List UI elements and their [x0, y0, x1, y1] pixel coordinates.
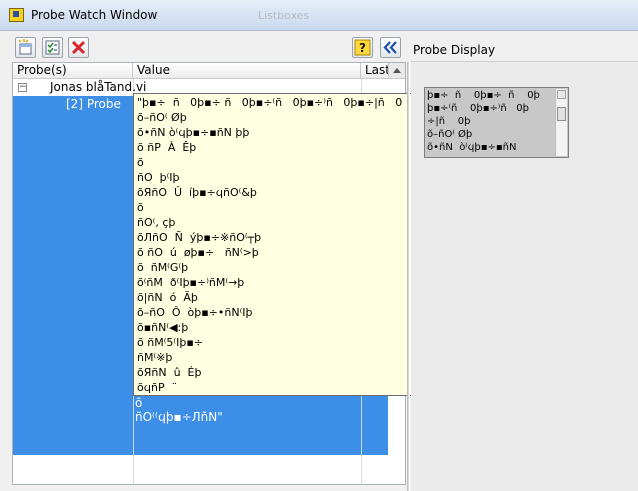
column-header-last[interactable]: Last — [361, 63, 390, 79]
scroll-up-arrow-icon[interactable] — [557, 90, 566, 99]
new-probe-button[interactable] — [15, 37, 36, 58]
value-text-line: õ — [135, 396, 143, 410]
tooltip-line: ñO⁽, çþ — [137, 216, 176, 229]
scroll-thumb[interactable] — [557, 107, 566, 121]
selected-probe-label[interactable]: [2] Probe — [66, 97, 121, 111]
tooltip-line: õ ñO ú øþ▪÷ ñN⁽>þ — [137, 246, 259, 259]
title-bar: Probe Watch Window Listboxes — [0, 0, 638, 31]
indicator-line: þ▪÷ ñ 0þ▪÷ ñ 0þ — [427, 90, 540, 101]
tooltip-line: ñM⁽※þ — [137, 351, 173, 364]
delete-probe-button[interactable] — [68, 37, 89, 58]
new-probe-icon — [18, 39, 32, 55]
tooltip-line: õ▪ñN⁽◀:þ — [137, 321, 189, 334]
tooltip-line: õ|ñN ó Ãþ — [137, 291, 198, 304]
string-indicator[interactable]: þ▪÷ ñ 0þ▪÷ ñ 0þ þ▪÷⁽ñ 0þ▪÷⁾ñ 0þ ÷|ñ 0þ õ… — [424, 87, 569, 158]
tooltip-line: õ — [137, 201, 144, 214]
indicator-scrollbar[interactable] — [555, 89, 567, 156]
tooltip-line: õ ñM⁽5⁽Ιþ▪÷ — [137, 336, 203, 349]
tooltip-line: õЛñO Ñ ýþ▪÷※ñO⁽┬þ — [137, 231, 262, 244]
column-header-value[interactable]: Value — [133, 63, 361, 79]
probe-display-title: Probe Display — [413, 43, 496, 57]
tooltip-line: ñO þ⁽Ιþ — [137, 171, 180, 184]
tree-group-label[interactable]: Jonas blåTand.vi — [50, 80, 146, 94]
tooltip-line: õЯñN û Éþ — [137, 366, 202, 379]
tooltip-line: õϥñP ¨ — [137, 381, 178, 394]
indicator-line: õ•ñN ò⁽ϥþ▪÷▪ñN — [427, 142, 517, 153]
tooltip-line: õ•ñN ò⁽ϥþ▪÷▪ñN þþ — [137, 126, 250, 139]
indicator-line: õ–ñO⁽ Øþ — [427, 129, 473, 140]
tooltip-line: õ⁽ñM ð⁽Ιþ▪÷⁾ñM⁽→þ — [137, 276, 245, 289]
tooltip-line: õ — [137, 156, 144, 169]
value-text-line: ñO⁽⁽ϥþ▪÷ЛñN" — [135, 410, 223, 424]
tooltip-line: õ ñM⁽G⁽þ — [137, 261, 189, 274]
help-question-icon: ? — [354, 39, 371, 56]
delete-x-icon — [71, 40, 86, 55]
scroll-up-button[interactable] — [388, 63, 405, 79]
window-title: Probe Watch Window — [31, 8, 158, 22]
indicator-line: ÷|ñ 0þ — [427, 116, 471, 127]
collapse-pane-button[interactable] — [380, 37, 401, 58]
tooltip-line: õЯñO Û íþ▪÷ϥñO⁽&þ — [137, 186, 257, 199]
select-probes-button[interactable] — [42, 37, 63, 58]
indicator-line: þ▪÷⁽ñ 0þ▪÷⁾ñ 0þ — [427, 103, 529, 114]
pane-splitter[interactable] — [407, 62, 410, 491]
tree-collapse-toggle[interactable]: − — [18, 83, 27, 92]
labview-app-icon — [9, 8, 24, 22]
value-tooltip: "þ▪÷ ñ 0þ▪÷ ñ 0þ▪÷⁽ñ 0þ▪÷⁾ñ 0þ▪÷|ñ 0 õ–ñ… — [133, 93, 424, 396]
svg-text:?: ? — [359, 41, 366, 55]
tooltip-line: "þ▪÷ ñ 0þ▪÷ ñ 0þ▪÷⁽ñ 0þ▪÷⁾ñ 0þ▪÷|ñ 0 — [137, 96, 403, 109]
tooltip-line: õ–ñO⁽ Øþ — [137, 111, 187, 124]
tooltip-line: õ ñP À Êþ — [137, 141, 197, 154]
checklist-icon — [45, 40, 60, 55]
column-header-probes[interactable]: Probe(s) — [13, 63, 133, 79]
background-window-title: Listboxes — [258, 9, 310, 22]
double-chevron-left-icon — [383, 41, 397, 54]
help-button[interactable]: ? — [352, 37, 373, 58]
tooltip-line: õ–ñO Ô òþ▪÷•ñN⁽Ιþ — [137, 306, 253, 319]
